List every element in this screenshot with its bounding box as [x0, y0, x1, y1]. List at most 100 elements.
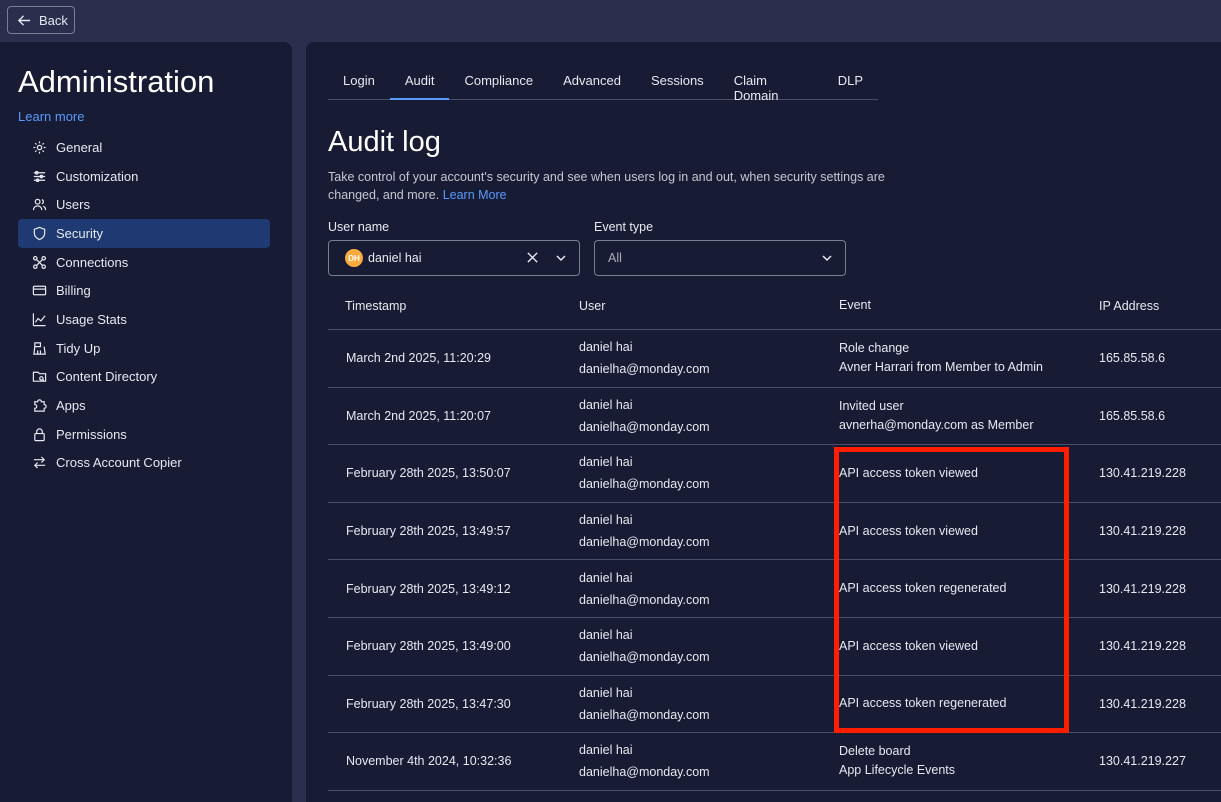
tab-audit[interactable]: Audit	[389, 60, 450, 100]
sidebar-title: Administration	[18, 64, 215, 99]
sidebar-item-label: Connections	[56, 254, 129, 270]
cell-user-name: daniel hai	[579, 570, 633, 585]
back-button[interactable]: Back	[7, 6, 75, 34]
cell-event-detail: Avner Harrari from Member to Admin	[839, 360, 1043, 375]
cell-ip-address: 165.85.58.6	[1099, 351, 1166, 366]
sidebar-item-tidy-up[interactable]: Tidy Up	[18, 334, 270, 363]
top-bar: Back	[0, 0, 1221, 42]
table-row: February 28th 2025, 13:50:07 daniel hai da…	[328, 445, 1221, 503]
page-title: Audit log	[328, 126, 441, 158]
cell-user-name: daniel hai	[579, 455, 633, 470]
sidebar-item-customization[interactable]: Customization	[18, 162, 270, 191]
connections-icon	[32, 255, 47, 269]
table-row: February 28th 2025, 13:49:00 daniel hai da…	[328, 618, 1221, 676]
header-timestamp[interactable]: Timestamp	[328, 299, 579, 313]
page-description: Take control of your account's security …	[328, 168, 888, 204]
sidebar-item-label: Content Directory	[56, 369, 158, 385]
cell-ip-address: 165.85.58.6	[1099, 408, 1166, 423]
cell-user-name: daniel hai	[579, 743, 633, 758]
cell-user-name: daniel hai	[579, 628, 633, 643]
header-user[interactable]: User	[579, 295, 839, 317]
lock-icon	[34, 428, 45, 441]
chart-line-icon	[32, 313, 46, 327]
sidebar-item-content-directory[interactable]: Content Directory	[18, 363, 270, 392]
sidebar-item-label: Tidy Up	[56, 340, 101, 356]
cell-user-email: danielha@monday.com	[579, 477, 710, 492]
sidebar-item-label: Security	[56, 225, 103, 241]
settings-tabs: Login Audit Compliance Advanced Sessions Clai…	[328, 60, 878, 103]
chevron-down-icon[interactable]	[821, 252, 833, 264]
cell-timestamp: February 28th 2025, 13:49:00	[346, 639, 511, 654]
cell-ip-address: 130.41.219.228	[1099, 466, 1186, 481]
tab-advanced[interactable]: Advanced	[548, 60, 636, 100]
chevron-down-icon[interactable]	[555, 252, 567, 264]
table-header: Timestamp User Event IP Address	[328, 282, 1221, 330]
avatar: DH	[345, 249, 363, 267]
cell-user-email: danielha@monday.com	[579, 419, 710, 434]
tab-login[interactable]: Login	[328, 60, 390, 100]
cell-user-name: daniel hai	[579, 340, 633, 355]
back-button-label: Back	[39, 12, 68, 28]
learn-more-link[interactable]: Learn more	[18, 109, 84, 124]
sidebar-nav: General Customization Users Security Connect…	[18, 133, 270, 477]
cell-event: Invited user avnerha@monday.com as Member	[839, 397, 1099, 435]
sidebar-item-billing[interactable]: Billing	[18, 276, 270, 305]
cell-event: API access token regenerated	[839, 579, 1099, 598]
sidebar-item-general[interactable]: General	[18, 133, 270, 162]
sidebar-item-security[interactable]: Security	[18, 219, 270, 248]
tab-claim-domain[interactable]: Claim Domain	[719, 60, 823, 103]
credit-card-icon	[32, 285, 47, 296]
cell-user-email: danielha@monday.com	[579, 765, 710, 780]
clear-icon[interactable]	[526, 251, 539, 264]
table-row: February 28th 2025, 13:49:57 daniel hai da…	[328, 503, 1221, 561]
user-name-select[interactable]: DH daniel hai	[328, 240, 580, 276]
main-panel: Login Audit Compliance Advanced Sessions Clai…	[306, 42, 1221, 802]
sidebar-item-label: Billing	[56, 283, 91, 299]
sidebar-item-label: Usage Stats	[56, 311, 127, 327]
tab-compliance[interactable]: Compliance	[449, 60, 548, 100]
cell-user-name: daniel hai	[579, 397, 633, 412]
swap-arrows-icon	[33, 456, 46, 469]
tab-sessions[interactable]: Sessions	[636, 60, 719, 100]
description-learn-more-link[interactable]: Learn More	[443, 188, 507, 202]
table-body: March 2nd 2025, 11:20:29 daniel hai daniel…	[328, 330, 1221, 791]
event-type-select[interactable]: All	[594, 240, 846, 276]
gear-icon	[33, 141, 46, 154]
header-ip-address[interactable]: IP Address	[1099, 299, 1221, 313]
sidebar-item-permissions[interactable]: Permissions	[18, 420, 270, 449]
cell-event: Delete board App Lifecycle Events	[839, 742, 1099, 780]
sliders-icon	[33, 170, 46, 182]
cell-ip-address: 130.41.219.228	[1099, 639, 1186, 654]
cell-user: daniel hai danielha@monday.com	[579, 336, 839, 380]
cell-event-name: API access token viewed	[839, 638, 978, 653]
cell-event-name: API access token regenerated	[839, 581, 1007, 596]
folder-search-icon	[32, 372, 47, 383]
sidebar-item-cross-account-copier[interactable]: Cross Account Copier	[18, 449, 270, 478]
cell-timestamp: November 4th 2024, 10:32:36	[346, 754, 512, 769]
cell-ip-address: 130.41.219.228	[1099, 696, 1186, 711]
sidebar-item-apps[interactable]: Apps	[18, 391, 270, 420]
sidebar-item-label: Apps	[56, 398, 86, 414]
header-event[interactable]: Event	[839, 296, 1099, 315]
cell-event: API access token viewed	[839, 522, 1099, 541]
cell-user: daniel hai danielha@monday.com	[579, 451, 839, 495]
table-row: November 4th 2024, 10:32:36 daniel hai dan…	[328, 733, 1221, 791]
cell-user: daniel hai danielha@monday.com	[579, 509, 839, 553]
cell-event-name: API access token regenerated	[839, 696, 1007, 711]
cell-user-email: danielha@monday.com	[579, 535, 710, 550]
cell-user-name: daniel hai	[579, 685, 633, 700]
puzzle-icon	[34, 399, 47, 412]
cell-user: daniel hai danielha@monday.com	[579, 682, 839, 726]
sidebar-item-label: General	[56, 139, 103, 155]
tab-dlp[interactable]: DLP	[823, 60, 878, 100]
cell-ip-address: 130.41.219.227	[1099, 754, 1186, 769]
table-row: March 2nd 2025, 11:20:07 daniel hai daniel…	[328, 388, 1221, 446]
cell-user: daniel hai danielha@monday.com	[579, 394, 839, 438]
cell-ip-address: 130.41.219.228	[1099, 581, 1186, 596]
sidebar-item-connections[interactable]: Connections	[18, 248, 270, 277]
cell-timestamp: February 28th 2025, 13:49:57	[346, 524, 511, 539]
cell-timestamp: February 28th 2025, 13:50:07	[346, 466, 511, 481]
cell-event-name: Role change	[839, 341, 910, 356]
sidebar-item-users[interactable]: Users	[18, 190, 270, 219]
sidebar-item-usage-stats[interactable]: Usage Stats	[18, 305, 270, 334]
